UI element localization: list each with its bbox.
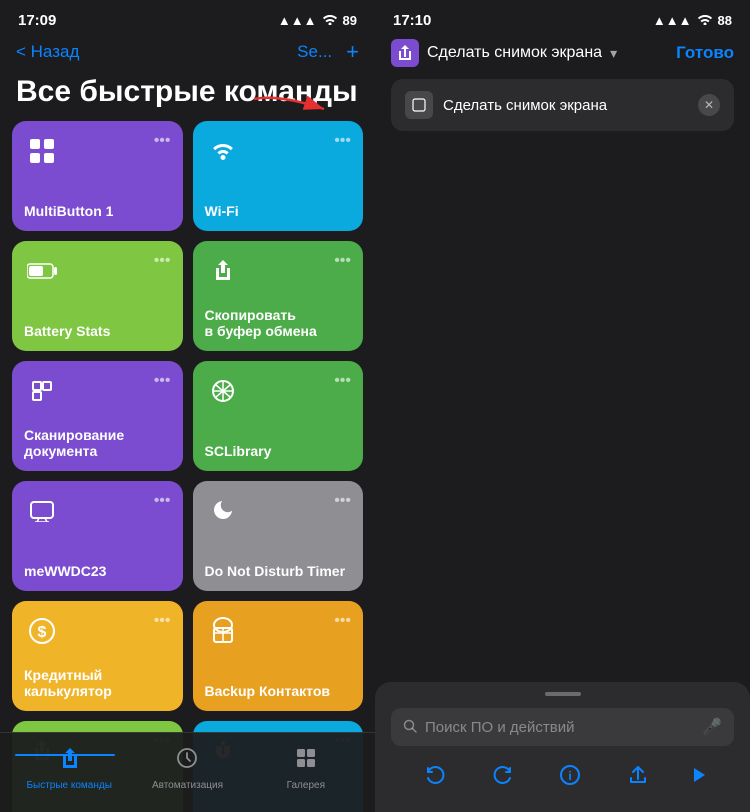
- done-button[interactable]: Готово: [676, 43, 734, 63]
- close-icon: ✕: [704, 98, 714, 112]
- gallery-tab-label: Галерея: [287, 780, 325, 791]
- share-button[interactable]: [619, 760, 657, 796]
- undo-button[interactable]: [416, 760, 454, 796]
- mewwdc-name: meWWDC23: [24, 563, 171, 579]
- scan-shortcut-icon: [24, 373, 60, 409]
- multibutton-icon: [24, 133, 60, 169]
- backup-icon: [205, 613, 241, 649]
- tab-gallery[interactable]: Галерея: [247, 746, 365, 799]
- right-wifi-icon: [697, 13, 713, 28]
- shortcut-title-icon: [391, 39, 419, 67]
- right-battery: 88: [718, 13, 732, 28]
- battery-name: Battery Stats: [24, 323, 171, 339]
- scan-menu[interactable]: •••: [154, 373, 171, 389]
- redo-button[interactable]: [484, 760, 522, 796]
- shortcut-card-sclib[interactable]: ••• SCLibrary: [193, 361, 364, 471]
- right-time: 17:10: [393, 12, 431, 29]
- shortcut-editor-title[interactable]: Сделать снимок экрана ▾: [391, 39, 617, 67]
- signal-icon: ▲▲▲: [278, 13, 317, 28]
- action-close-button[interactable]: ✕: [698, 94, 720, 116]
- shortcuts-grid: ••• MultiButton 1 ••• Wi-Fi: [0, 121, 375, 812]
- mewwdc-menu[interactable]: •••: [154, 493, 171, 509]
- shortcut-card-dnd[interactable]: ••• Do Not Disturb Timer: [193, 481, 364, 591]
- add-shortcut-button[interactable]: +: [346, 39, 359, 65]
- shortcuts-tab-icon: [57, 746, 81, 776]
- bottom-search-sheet: Поиск ПО и действий 🎤 i: [375, 682, 750, 812]
- sclib-menu[interactable]: •••: [334, 373, 351, 389]
- shortcut-title-text: Сделать снимок экрана: [427, 44, 602, 62]
- sclib-icon: [205, 373, 241, 409]
- dnd-icon: [205, 493, 241, 529]
- tab-active-indicator: [15, 754, 115, 756]
- left-panel: 17:09 ▲▲▲ 89 < Назад: [0, 0, 375, 812]
- backup-name: Backup Контактов: [205, 683, 352, 699]
- multibutton-name: MultiButton 1: [24, 203, 171, 219]
- dnd-menu[interactable]: •••: [334, 493, 351, 509]
- bottom-toolbar: i: [391, 760, 734, 796]
- wifi-name: Wi-Fi: [205, 203, 352, 219]
- left-status-icons: ▲▲▲ 89: [278, 13, 357, 28]
- left-time: 17:09: [18, 12, 56, 29]
- automation-tab-label: Автоматизация: [152, 780, 223, 791]
- search-bar[interactable]: Поиск ПО и действий 🎤: [391, 708, 734, 746]
- shortcut-card-copy[interactable]: ••• Скопироватьв буфер обмена: [193, 241, 364, 351]
- copy-name: Скопироватьв буфер обмена: [205, 307, 352, 339]
- automation-tab-icon: [175, 746, 199, 776]
- credit-name: Кредитныйкалькулятор: [24, 667, 171, 699]
- battery-shortcut-icon: [24, 253, 60, 289]
- mic-icon: 🎤: [702, 717, 722, 737]
- wifi-menu[interactable]: •••: [334, 133, 351, 149]
- svg-text:$: $: [38, 624, 47, 641]
- shortcut-card-mewwdc[interactable]: ••• meWWDC23: [12, 481, 183, 591]
- select-button[interactable]: Se...: [297, 42, 332, 62]
- battery-menu[interactable]: •••: [154, 253, 171, 269]
- shortcut-card-wifi[interactable]: ••• Wi-Fi: [193, 121, 364, 231]
- dnd-name: Do Not Disturb Timer: [205, 563, 352, 579]
- backup-menu[interactable]: •••: [334, 613, 351, 629]
- gallery-tab-icon: [294, 746, 318, 776]
- wifi-icon: [322, 13, 338, 28]
- sclib-name: SCLibrary: [205, 443, 352, 459]
- page-title: Все быстрые команды: [0, 73, 375, 121]
- left-battery: 89: [343, 13, 357, 28]
- left-status-bar: 17:09 ▲▲▲ 89: [0, 0, 375, 35]
- info-button[interactable]: i: [551, 760, 589, 796]
- credit-icon: $: [24, 613, 60, 649]
- right-status-bar: 17:10 ▲▲▲ 88: [375, 0, 750, 35]
- shortcut-card-scan[interactable]: ••• Сканированиедокумента: [12, 361, 183, 471]
- mewwdc-icon: [24, 493, 60, 529]
- copy-menu[interactable]: •••: [334, 253, 351, 269]
- drag-handle: [545, 692, 581, 696]
- shortcut-card-backup[interactable]: ••• Backup Контактов: [193, 601, 364, 711]
- tab-automation[interactable]: Автоматизация: [128, 746, 246, 799]
- tab-bar: Быстрые команды Автоматизация Галерея: [0, 732, 375, 812]
- left-nav-bar: < Назад Se... +: [0, 35, 375, 73]
- shortcut-card-credit[interactable]: $ ••• Кредитныйкалькулятор: [12, 601, 183, 711]
- right-panel: 17:10 ▲▲▲ 88 Сделать снимок экрана ▾: [375, 0, 750, 812]
- action-row-content: Сделать снимок экрана: [405, 91, 607, 119]
- nav-actions: Se... +: [297, 39, 359, 65]
- action-icon: [405, 91, 433, 119]
- right-signal-icon: ▲▲▲: [653, 13, 692, 28]
- title-chevron: ▾: [610, 45, 617, 62]
- right-nav-bar: Сделать снимок экрана ▾ Готово: [375, 35, 750, 79]
- copy-shortcut-icon: [205, 253, 241, 289]
- scan-name: Сканированиедокумента: [24, 427, 171, 459]
- search-placeholder: Поиск ПО и действий: [425, 719, 694, 736]
- action-row[interactable]: Сделать снимок экрана ✕: [391, 79, 734, 131]
- back-button[interactable]: < Назад: [16, 42, 79, 62]
- play-button[interactable]: [687, 764, 709, 792]
- search-icon: [403, 719, 417, 736]
- multibutton-menu[interactable]: •••: [154, 133, 171, 149]
- shortcut-card-multibutton[interactable]: ••• MultiButton 1: [12, 121, 183, 231]
- shortcut-card-battery[interactable]: ••• Battery Stats: [12, 241, 183, 351]
- wifi-shortcut-icon: [205, 133, 241, 169]
- action-text: Сделать снимок экрана: [443, 97, 607, 114]
- shortcuts-tab-label: Быстрые команды: [26, 780, 111, 791]
- credit-menu[interactable]: •••: [154, 613, 171, 629]
- right-status-icons: ▲▲▲ 88: [653, 13, 732, 28]
- svg-text:i: i: [569, 769, 572, 783]
